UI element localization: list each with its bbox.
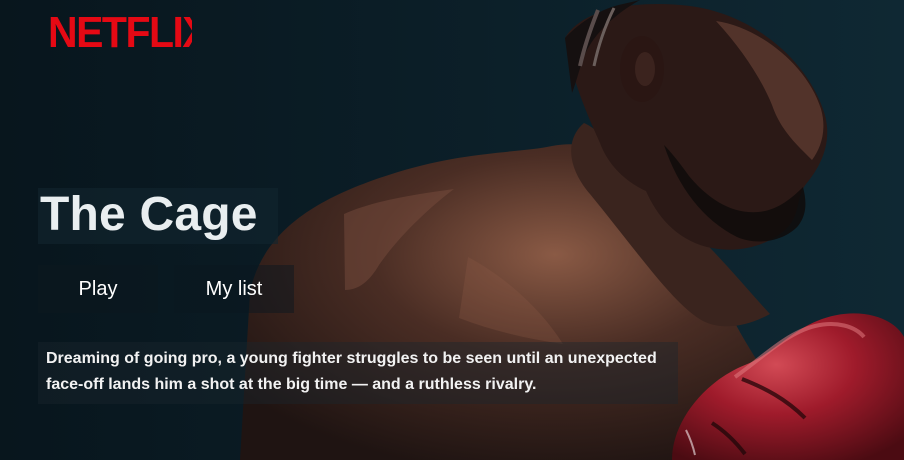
netflix-logo[interactable]: NETFLIX: [46, 8, 192, 52]
show-description: Dreaming of going pro, a young fighter s…: [46, 350, 657, 393]
my-list-button[interactable]: My list: [174, 265, 294, 313]
play-button[interactable]: Play: [38, 265, 158, 313]
hero-banner: NETFLIX The Cage Play My list Dreaming o…: [0, 0, 904, 460]
netflix-logo-text: NETFLIX: [48, 8, 192, 52]
show-title: The Cage: [40, 188, 258, 241]
